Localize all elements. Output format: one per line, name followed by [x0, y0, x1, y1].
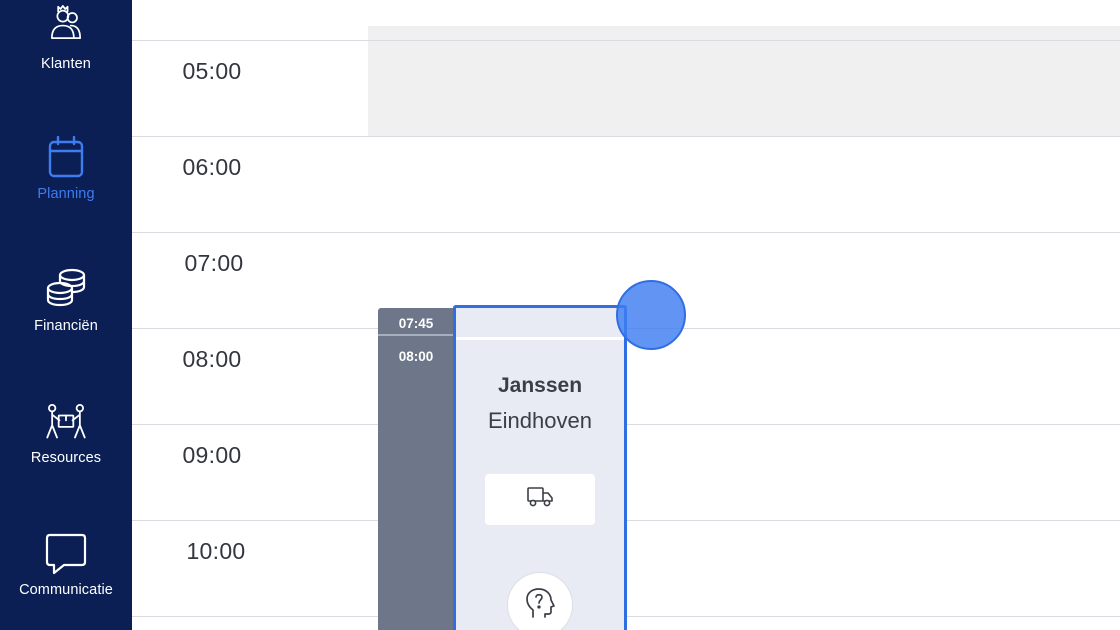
- coins-icon: [44, 268, 88, 312]
- truck-icon: [526, 486, 554, 513]
- vehicle-button[interactable]: [485, 474, 595, 525]
- sidebar-item-label: Resources: [30, 450, 102, 466]
- hour-label: 08:00: [182, 346, 242, 372]
- sidebar-item-label: Communicatie: [19, 582, 113, 598]
- unavailable-slot: [368, 40, 1120, 136]
- hour-label: 05:00: [182, 58, 242, 84]
- question-head-icon: [523, 586, 557, 625]
- event-card[interactable]: Janssen Eindhoven: [453, 305, 627, 630]
- hour-divider: [132, 136, 1120, 137]
- sidebar-item-klanten[interactable]: Klanten: [0, 2, 132, 102]
- calendar-icon: [44, 136, 88, 180]
- event-start-time: 07:45: [398, 316, 434, 331]
- planner-header-band: [132, 26, 1120, 40]
- sidebar-item-resources[interactable]: Resources: [0, 400, 132, 500]
- hour-divider: [132, 40, 1120, 41]
- event-end-time: 08:00: [398, 349, 434, 364]
- hour-divider: [132, 232, 1120, 233]
- event-card-divider: [456, 337, 624, 340]
- sidebar-item-label: Klanten: [41, 56, 91, 72]
- event-customer-name: Janssen: [497, 374, 583, 397]
- drag-handle[interactable]: [616, 280, 686, 350]
- sidebar-item-label: Financiën: [34, 318, 98, 334]
- sidebar-item-planning[interactable]: Planning: [0, 136, 132, 236]
- hour-label: 09:00: [182, 442, 242, 468]
- hour-label: 10:00: [186, 538, 246, 564]
- status-help-button[interactable]: [507, 572, 573, 630]
- sidebar: Klanten Planning Financiën Resources Com…: [0, 0, 132, 630]
- event-city: Eindhoven: [488, 408, 592, 433]
- sidebar-item-financien[interactable]: Financiën: [0, 268, 132, 368]
- sidebar-item-label: Planning: [37, 186, 95, 202]
- sidebar-item-communicatie[interactable]: Communicatie: [0, 532, 132, 630]
- planner-top-strip: [132, 0, 1120, 26]
- event-time-separator: [378, 334, 454, 336]
- planner-grid: 05:00 06:00 07:00 08:00 09:00 10:00 07:4…: [132, 0, 1120, 630]
- movers-icon: [44, 400, 88, 444]
- hour-label: 07:00: [184, 250, 244, 276]
- customers-icon: [44, 2, 88, 46]
- chat-icon: [44, 532, 88, 576]
- event-time-bar[interactable]: 07:45 08:00: [378, 308, 454, 630]
- hour-label: 06:00: [182, 154, 242, 180]
